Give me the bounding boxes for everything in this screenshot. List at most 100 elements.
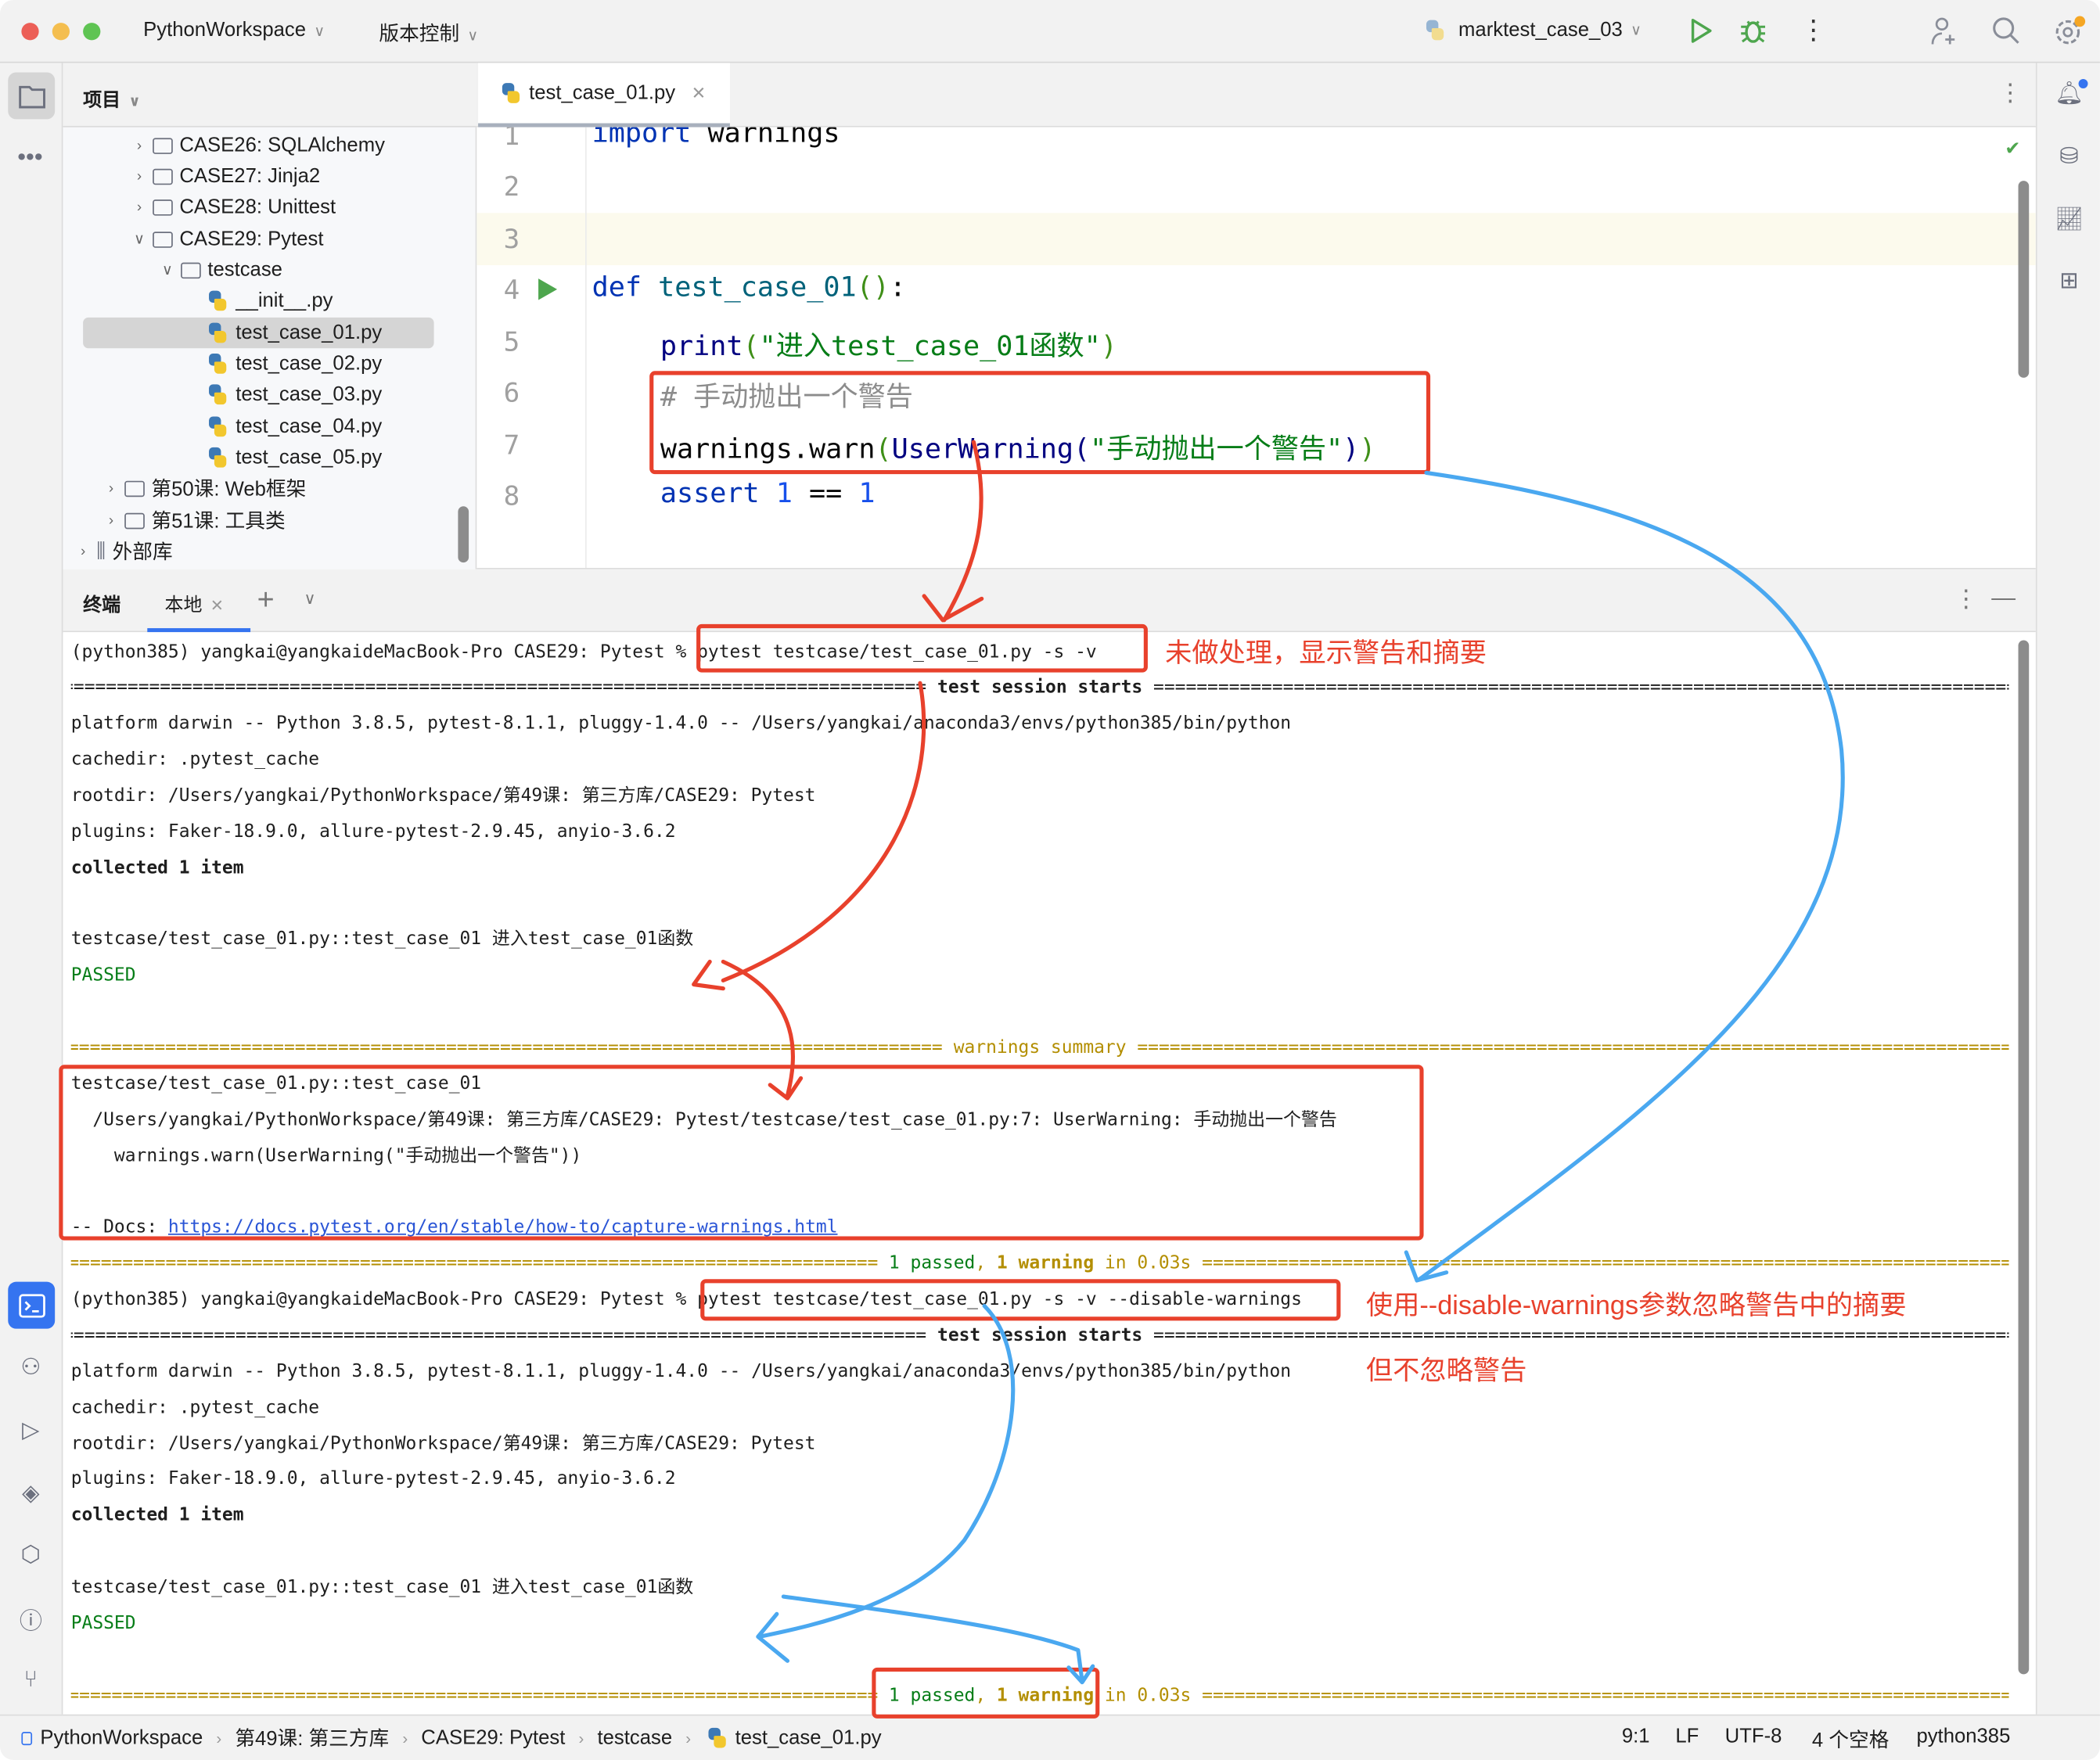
tree-item[interactable]: test_case_04.py: [186, 411, 382, 442]
module-folder-icon: [181, 261, 201, 278]
tree-item[interactable]: __init__.py: [186, 286, 333, 316]
chevron-right-icon[interactable]: ›: [102, 480, 120, 497]
tree-item[interactable]: ∨ testcase: [158, 254, 282, 285]
new-terminal-icon[interactable]: +: [257, 583, 275, 618]
breadcrumb-item[interactable]: testcase: [597, 1726, 672, 1749]
close-tab-icon[interactable]: ✕: [210, 596, 224, 615]
terminal-tab-label: 本地: [164, 593, 203, 615]
terminal-line: ========================================…: [71, 1246, 2009, 1282]
status-bar: PythonWorkspace › 第49课: 第三方库 › CASE29: Pyt…: [0, 1714, 2100, 1760]
chevron-right-icon: ›: [216, 1728, 222, 1747]
chevron-down-icon[interactable]: ∨: [130, 231, 149, 248]
line-ending[interactable]: LF: [1675, 1725, 1699, 1747]
tree-item[interactable]: › CASE28: Unittest: [130, 192, 336, 222]
close-tab-icon[interactable]: ✕: [692, 82, 707, 103]
debug-button[interactable]: [1739, 16, 1768, 52]
run-gutter-icon[interactable]: [536, 276, 560, 303]
file-encoding[interactable]: UTF-8: [1725, 1725, 1782, 1747]
add-user-button[interactable]: [1929, 15, 1961, 54]
vcs-menu[interactable]: 版本控制 ∨: [379, 19, 478, 47]
chevron-down-icon[interactable]: ∨: [304, 589, 316, 608]
warnings-summary-separator: ========================================…: [71, 1030, 2009, 1066]
project-tool-button[interactable]: [8, 72, 56, 120]
indent-setting[interactable]: 4 个空格: [1812, 1725, 1889, 1753]
minimize-window-button[interactable]: [52, 23, 70, 41]
terminal-scrollbar[interactable]: [2018, 640, 2030, 1675]
tree-item[interactable]: › ⫼ 外部库: [74, 536, 173, 566]
services-icon[interactable]: ⬡: [13, 1538, 49, 1573]
tree-item-label: CASE28: Unittest: [179, 195, 336, 219]
project-scrollbar[interactable]: [458, 506, 469, 563]
layers-icon[interactable]: ◈: [13, 1476, 49, 1511]
search-button[interactable]: [1990, 15, 2023, 54]
search-icon: [1993, 17, 2019, 44]
project-selector[interactable]: PythonWorkspace ∨: [143, 19, 325, 41]
git-icon[interactable]: ⑂: [13, 1662, 49, 1697]
terminal-line: testcase/test_case_01.py::test_case_01 进…: [71, 1570, 2009, 1606]
run-config-selector[interactable]: marktest_case_03 ∨: [1422, 19, 1642, 41]
python-console-icon[interactable]: ⚇: [13, 1350, 49, 1385]
terminal-text: platform darwin -- Python 3.8.5, pytest-…: [70, 1362, 1292, 1382]
terminal-options-icon[interactable]: ⋮: [1954, 585, 1978, 613]
duration: in 0.03s: [1094, 1685, 1203, 1706]
annotation-box-warn-code: [649, 371, 1431, 475]
profiler-icon[interactable]: 📈︎: [2051, 203, 2087, 238]
python-file-icon: [207, 447, 228, 468]
chevron-right-icon[interactable]: ›: [102, 512, 120, 529]
line-number: 1: [503, 127, 520, 152]
editor-scrollbar[interactable]: [2018, 181, 2030, 378]
tree-item[interactable]: test_case_01.py: [83, 317, 434, 349]
tree-item[interactable]: › 第51课: 工具类: [102, 505, 286, 536]
more-tools-icon[interactable]: •••: [17, 143, 42, 171]
breadcrumb-item[interactable]: test_case_01.py: [735, 1726, 882, 1749]
problems-icon[interactable]: ⓘ: [13, 1600, 49, 1636]
python-interpreter[interactable]: python385: [1916, 1725, 2010, 1747]
tree-item[interactable]: test_case_03.py: [186, 379, 382, 410]
line-number: 8: [503, 480, 520, 512]
tree-item[interactable]: › CASE26: SQLAlchemy: [130, 130, 385, 160]
gear-icon: [2055, 16, 2086, 45]
structure-icon[interactable]: ⊞: [2051, 264, 2087, 299]
minimize-panel-icon[interactable]: —: [1991, 584, 2015, 612]
database-icon[interactable]: ⛁: [2051, 139, 2087, 174]
terminal-tool-button[interactable]: [8, 1281, 56, 1329]
tree-item[interactable]: test_case_02.py: [186, 348, 382, 379]
tree-item-label: test_case_05.py: [236, 446, 383, 469]
run-button[interactable]: [1688, 16, 1714, 52]
annotation-text: 未做处理，显示警告和摘要: [1165, 638, 1487, 669]
tab-options-icon[interactable]: ⋮: [1998, 79, 2023, 107]
code-editor[interactable]: 1 2 3 4 5 6 7 8 ✔ import warnings def te…: [476, 127, 2036, 569]
breadcrumb-item[interactable]: 第49课: 第三方库: [235, 1724, 389, 1752]
terminal-text: collected 1 item: [70, 1506, 244, 1526]
breadcrumb-item[interactable]: PythonWorkspace: [40, 1726, 203, 1749]
project-panel-header[interactable]: 项目 ∨: [63, 63, 477, 128]
tree-item[interactable]: › 第50课: Web框架: [102, 472, 306, 503]
terminal-text: platform darwin -- Python 3.8.5, pytest-…: [70, 714, 1292, 735]
tab-local-terminal[interactable]: 本地 ✕: [147, 569, 251, 633]
terminal-line: ========================================…: [71, 670, 2009, 706]
chevron-right-icon: ›: [685, 1728, 692, 1747]
caret-position[interactable]: 9:1: [1622, 1725, 1650, 1747]
tab-test-case-01[interactable]: test_case_01.py ✕: [478, 63, 730, 128]
annotation-text: 使用--disable-warnings参数忽略警告中的摘要: [1365, 1291, 1907, 1321]
chevron-down-icon[interactable]: ∨: [158, 261, 177, 279]
settings-button[interactable]: [2051, 15, 2087, 56]
breadcrumb-item[interactable]: CASE29: Pytest: [421, 1726, 565, 1749]
tree-item[interactable]: ∨ CASE29: Pytest: [130, 224, 323, 254]
chevron-right-icon[interactable]: ›: [130, 138, 149, 154]
tree-item[interactable]: › CASE27: Jinja2: [130, 160, 320, 191]
tree-item[interactable]: test_case_05.py: [186, 442, 382, 472]
chevron-right-icon[interactable]: ›: [74, 543, 92, 559]
close-window-button[interactable]: [21, 23, 39, 41]
inspection-ok-icon[interactable]: ✔: [2006, 134, 2019, 160]
terminal-text: collected 1 item: [70, 858, 244, 878]
run-tool-icon[interactable]: ▷: [13, 1413, 49, 1448]
more-actions-icon[interactable]: ⋮: [1800, 13, 1827, 47]
chevron-right-icon[interactable]: ›: [130, 199, 149, 215]
chevron-right-icon[interactable]: ›: [130, 168, 149, 185]
annotation-box-result-2: [872, 1667, 1100, 1719]
terminal-line: PASSED: [71, 1606, 2009, 1642]
passed-status: PASSED: [70, 966, 136, 986]
maximize-window-button[interactable]: [83, 23, 101, 41]
breadcrumb: PythonWorkspace › 第49课: 第三方库 › CASE29: Pyt…: [21, 1724, 882, 1752]
